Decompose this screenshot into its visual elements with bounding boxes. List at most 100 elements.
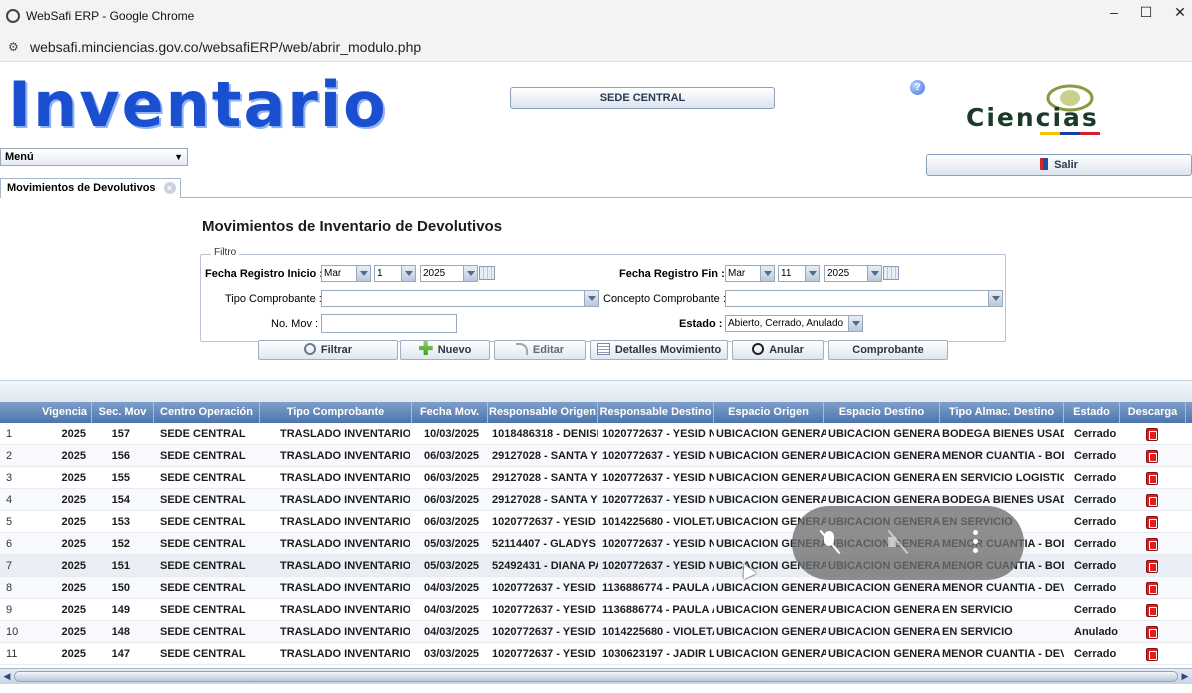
column-header[interactable]: Descarga	[1120, 402, 1186, 423]
chevron-down-icon[interactable]	[463, 266, 477, 281]
address-bar[interactable]: ⚙ websafi.minciencias.gov.co/websafiERP/…	[0, 32, 1192, 62]
comprobante-label: Comprobante	[852, 344, 924, 356]
column-header[interactable]: Espacio Destino	[824, 402, 940, 423]
pdf-download-icon[interactable]	[1146, 648, 1158, 661]
fecha-inicio-day-select[interactable]: 1	[374, 265, 416, 282]
table-row[interactable]: 11 2025 147 SEDE CENTRAL TRASLADO INVENTARIO…	[0, 643, 1192, 665]
maximize-button[interactable]: ☐	[1136, 4, 1156, 21]
table-cell: Cerrado	[1074, 450, 1117, 462]
pdf-download-icon[interactable]	[1146, 472, 1158, 485]
table-cell: 1018486318 - DENISE	[492, 428, 598, 440]
menu-dropdown[interactable]: Menú ▼	[0, 148, 188, 166]
table-cell: SEDE CENTRAL	[160, 648, 246, 660]
concepto-comprobante-select[interactable]	[725, 290, 1003, 307]
comprobante-button[interactable]: Comprobante	[828, 340, 948, 360]
table-cell: 2025	[61, 626, 86, 638]
fecha-fin-month-select[interactable]: Mar	[725, 265, 775, 282]
chevron-down-icon[interactable]	[356, 266, 370, 281]
calendar-icon[interactable]	[883, 266, 899, 280]
fecha-fin-year-select[interactable]: 2025	[824, 265, 882, 282]
pdf-download-icon[interactable]	[1146, 516, 1158, 529]
fecha-inicio-month-select[interactable]: Mar	[321, 265, 371, 282]
table-row[interactable]: 8 2025 150 SEDE CENTRAL TRASLADO INVENTARIO 0…	[0, 577, 1192, 599]
site-settings-icon[interactable]: ⚙	[8, 40, 24, 54]
pdf-download-icon[interactable]	[1146, 450, 1158, 463]
speaker-off-icon[interactable]	[886, 530, 910, 554]
calendar-icon[interactable]	[479, 266, 495, 280]
column-header[interactable]: Tipo Comprobante	[260, 402, 412, 423]
column-header[interactable]: Responsable Destino	[598, 402, 714, 423]
pdf-download-icon[interactable]	[1146, 582, 1158, 595]
pdf-download-icon[interactable]	[1146, 604, 1158, 617]
pdf-download-icon[interactable]	[1146, 428, 1158, 441]
table-cell: 29127028 - SANTA YEI	[492, 472, 598, 484]
column-header[interactable]: Centro Operación	[154, 402, 260, 423]
horizontal-scrollbar[interactable]: ◀ ▶	[0, 668, 1192, 684]
table-cell: 149	[111, 604, 130, 616]
scroll-right-icon[interactable]: ▶	[1179, 671, 1191, 682]
column-header[interactable]: Estado	[1064, 402, 1120, 423]
no-mov-input[interactable]	[321, 314, 457, 333]
scrollbar-thumb[interactable]	[14, 671, 1178, 682]
pdf-download-icon[interactable]	[1146, 538, 1158, 551]
nuevo-button[interactable]: Nuevo	[400, 340, 490, 360]
filtrar-button[interactable]: Filtrar	[258, 340, 398, 360]
column-header[interactable]: Vigencia	[38, 402, 92, 423]
help-icon[interactable]: ?	[910, 80, 925, 95]
fecha-fin-day-select[interactable]: 11	[778, 265, 820, 282]
column-header[interactable]: Espacio Origen	[714, 402, 824, 423]
pdf-download-icon[interactable]	[1146, 560, 1158, 573]
pdf-download-icon[interactable]	[1146, 494, 1158, 507]
table-cell: UBICACION GENERAL	[828, 472, 940, 484]
table-row[interactable]: 9 2025 149 SEDE CENTRAL TRASLADO INVENTARIO 0…	[0, 599, 1192, 621]
table-cell: 156	[111, 450, 130, 462]
chevron-down-icon[interactable]	[805, 266, 819, 281]
anular-button[interactable]: Anular	[732, 340, 824, 360]
detalles-movimiento-button[interactable]: Detalles Movimiento	[590, 340, 728, 360]
table-row[interactable]: 2 2025 156 SEDE CENTRAL TRASLADO INVENTARIO 0…	[0, 445, 1192, 467]
chevron-down-icon[interactable]: ▼	[174, 149, 183, 165]
table-cell: 06/03/2025	[424, 516, 480, 528]
table-cell: 1020772637 - YESID N	[492, 626, 598, 638]
chevron-down-icon[interactable]	[760, 266, 774, 281]
chevron-down-icon[interactable]	[867, 266, 881, 281]
column-header[interactable]: Fecha Mov.	[412, 402, 488, 423]
fecha-fin-month-value: Mar	[728, 268, 746, 279]
fecha-inicio-year-select[interactable]: 2025	[420, 265, 478, 282]
column-header[interactable]: Sec. Mov	[92, 402, 154, 423]
table-cell: MENOR CUANTIA - BOD	[942, 450, 1064, 462]
table-cell: EN SERVICIO	[942, 626, 1013, 638]
table-cell: UBICACION GENERAL	[716, 428, 826, 440]
column-header[interactable]: Tipo Almac. Destino	[940, 402, 1064, 423]
chevron-down-icon[interactable]	[584, 291, 598, 306]
minimize-button[interactable]: –	[1104, 4, 1124, 20]
table-cell: Cerrado	[1074, 582, 1117, 594]
grid-toolbar	[0, 380, 1192, 402]
tab-movimientos-devolutivos[interactable]: Movimientos de Devolutivos ×	[0, 178, 181, 198]
table-cell: 1136886774 - PAULA A	[602, 582, 714, 594]
mic-off-icon[interactable]	[818, 530, 842, 554]
table-row[interactable]: 1 2025 157 SEDE CENTRAL TRASLADO INVENTARIO 1…	[0, 423, 1192, 445]
editar-button[interactable]: Editar	[494, 340, 586, 360]
url-text[interactable]: websafi.minciencias.gov.co/websafiERP/we…	[30, 39, 421, 55]
more-options-icon[interactable]	[964, 530, 988, 554]
sede-selector-button[interactable]: SEDE CENTRAL	[510, 87, 775, 109]
chevron-down-icon[interactable]	[401, 266, 415, 281]
tipo-comprobante-select[interactable]	[321, 290, 599, 307]
chevron-down-icon[interactable]	[988, 291, 1002, 306]
chevron-down-icon[interactable]	[848, 316, 862, 331]
close-window-button[interactable]: ✕	[1170, 4, 1190, 21]
column-header[interactable]: Responsable Origen	[488, 402, 598, 423]
table-row[interactable]: 3 2025 155 SEDE CENTRAL TRASLADO INVENTARIO 0…	[0, 467, 1192, 489]
table-cell: Cerrado	[1074, 516, 1117, 528]
pdf-download-icon[interactable]	[1146, 626, 1158, 639]
estado-select[interactable]: Abierto, Cerrado, Anulado	[725, 315, 863, 332]
filtrar-label: Filtrar	[320, 344, 353, 356]
table-row[interactable]: 10 2025 148 SEDE CENTRAL TRASLADO INVENTARIO…	[0, 621, 1192, 643]
scroll-left-icon[interactable]: ◀	[1, 671, 13, 682]
table-row[interactable]: 4 2025 154 SEDE CENTRAL TRASLADO INVENTARIO 0…	[0, 489, 1192, 511]
close-tab-icon[interactable]: ×	[163, 182, 176, 194]
table-cell: 2025	[61, 560, 86, 572]
salir-button[interactable]: Salir	[926, 154, 1192, 176]
table-cell: 06/03/2025	[424, 472, 480, 484]
